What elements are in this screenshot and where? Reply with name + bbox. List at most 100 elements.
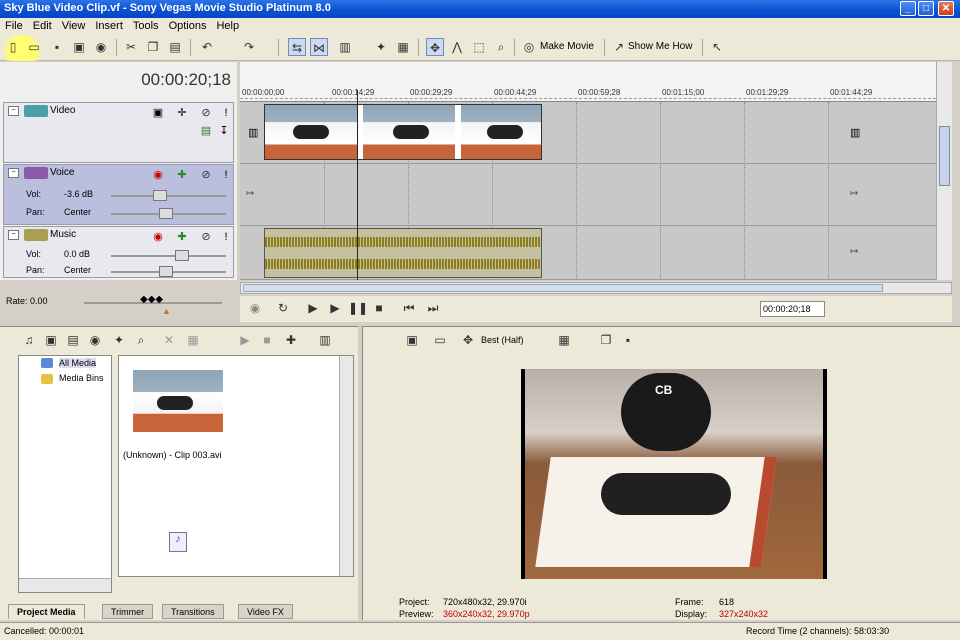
make-movie-icon[interactable]: ◎ [520, 38, 538, 56]
pan-slider-knob[interactable] [159, 266, 173, 277]
extract-audio-icon[interactable]: ◉ [86, 331, 104, 349]
pan-slider-knob[interactable] [159, 208, 173, 219]
volume-slider-knob[interactable] [175, 250, 189, 261]
auto-preview-icon[interactable]: ✚ [282, 331, 300, 349]
track-fx-icon[interactable]: ✚ [176, 231, 188, 243]
compositing-mode-icon[interactable]: ↧ [218, 125, 230, 137]
volume-slider[interactable] [111, 250, 226, 261]
go-to-start-icon[interactable]: ⏮ [400, 299, 418, 317]
get-photos-icon[interactable]: ▤ [64, 331, 82, 349]
solo-icon[interactable]: ! [220, 169, 232, 181]
playhead-cursor[interactable] [357, 90, 358, 280]
solo-icon[interactable]: ! [220, 107, 232, 119]
pan-slider[interactable] [111, 208, 226, 219]
overlays-icon[interactable]: ▦ [555, 331, 573, 349]
help-pointer-icon[interactable]: ↖ [708, 38, 726, 56]
music-clip-event[interactable] [264, 228, 542, 278]
search-media-icon[interactable]: ⌕ [132, 331, 150, 349]
import-media-icon[interactable]: ♫ [20, 331, 38, 349]
clip-filename[interactable]: (Unknown) - Clip 003.avi [123, 450, 222, 460]
timeline-vertical-scrollbar[interactable] [936, 62, 952, 280]
menu-help[interactable]: Help [211, 18, 244, 32]
tree-media-bins[interactable]: Media Bins [59, 373, 104, 383]
tree-horizontal-scrollbar[interactable] [19, 578, 111, 592]
render-icon[interactable]: ▣ [70, 38, 88, 56]
music-track-header[interactable]: − Music ◉ ✚ ⊘ ! Vol: 0.0 dB Pan: Center [3, 226, 234, 278]
tab-transitions[interactable]: Transitions [162, 604, 224, 619]
tab-project-media[interactable]: Project Media [8, 604, 85, 619]
volume-slider[interactable] [111, 190, 226, 201]
save-snapshot-icon[interactable]: ▪ [619, 331, 637, 349]
time-ruler[interactable]: 00:00:00;00 00:00:14;29 00:00:29;29 00:0… [240, 62, 936, 102]
pan-slider[interactable] [111, 266, 226, 277]
menu-edit[interactable]: Edit [28, 18, 57, 32]
redo-icon[interactable]: ↷ [240, 38, 258, 56]
media-properties-icon[interactable]: ▦ [184, 331, 202, 349]
play-icon[interactable]: ▶ [326, 299, 344, 317]
compositing-icon[interactable]: ▤ [200, 125, 212, 137]
collapse-icon[interactable]: − [8, 230, 19, 240]
voice-track-name[interactable]: Voice [50, 167, 74, 178]
preview-quality-select[interactable]: Best (Half) [481, 335, 524, 345]
crossfade-icon[interactable]: ✦ [372, 38, 390, 56]
arm-record-icon[interactable]: ◉ [152, 169, 164, 181]
mute-icon[interactable]: ⊘ [200, 107, 212, 119]
group-icon[interactable]: ▦ [394, 38, 412, 56]
capture-video-icon[interactable]: ▣ [42, 331, 60, 349]
timeline[interactable]: 00:00:00;00 00:00:14;29 00:00:29;29 00:0… [240, 62, 936, 280]
open-folder-icon[interactable]: ▭ [25, 38, 43, 56]
burn-disc-icon[interactable]: ◉ [92, 38, 110, 56]
close-button[interactable]: ✕ [938, 1, 954, 16]
arm-record-icon[interactable]: ◉ [152, 231, 164, 243]
tab-trimmer[interactable]: Trimmer [102, 604, 154, 619]
mute-icon[interactable]: ⊘ [200, 231, 212, 243]
menu-view[interactable]: View [57, 18, 91, 32]
new-file-icon[interactable]: ▯ [4, 38, 22, 56]
voice-track-header[interactable]: − Voice ◉ ✚ ⊘ ! Vol: -3.6 dB Pan: Center [3, 164, 234, 225]
menu-options[interactable]: Options [164, 18, 212, 32]
video-clip-event[interactable] [264, 104, 542, 160]
zoom-tool-icon[interactable]: ⌕ [492, 38, 510, 56]
collapse-icon[interactable]: − [8, 106, 19, 116]
timeline-horizontal-scrollbar[interactable] [240, 282, 952, 294]
preview-settings-icon[interactable]: ▣ [403, 331, 421, 349]
video-track-header[interactable]: − Video ▣ ✛ ⊘ ! ▤ ↧ [3, 102, 234, 163]
menu-insert[interactable]: Insert [90, 18, 128, 32]
music-track-name[interactable]: Music [50, 229, 76, 240]
show-me-how-button[interactable]: Show Me How [628, 41, 692, 52]
save-icon[interactable]: ▪ [48, 38, 66, 56]
paste-icon[interactable]: ▤ [166, 38, 184, 56]
copy-snapshot-icon[interactable]: ❐ [597, 331, 615, 349]
stop-icon[interactable]: ■ [370, 299, 388, 317]
collapse-icon[interactable]: − [8, 168, 19, 178]
auto-ripple-icon[interactable]: ⋈ [310, 38, 328, 56]
track-fx-icon[interactable]: ✚ [176, 169, 188, 181]
scroll-thumb[interactable] [243, 284, 883, 292]
media-fx-icon[interactable]: ✦ [110, 331, 128, 349]
tab-video-fx[interactable]: Video FX [238, 604, 293, 619]
quality-icon[interactable]: ✥ [459, 331, 477, 349]
undo-icon[interactable]: ↶ [198, 38, 216, 56]
record-icon[interactable]: ◉ [246, 299, 264, 317]
audio-file-icon[interactable]: ♪ [169, 532, 187, 552]
loop-playback-icon[interactable]: ↻ [274, 299, 292, 317]
track-fx-icon[interactable]: ✛ [176, 107, 188, 119]
lock-envelopes-icon[interactable]: ▥ [336, 38, 354, 56]
remove-media-icon[interactable]: ✕ [160, 331, 178, 349]
copy-icon[interactable]: ❐ [144, 38, 162, 56]
media-stop-icon[interactable]: ■ [258, 331, 276, 349]
minimize-button[interactable]: _ [900, 1, 916, 16]
selection-tool-icon[interactable]: ⬚ [470, 38, 488, 56]
play-from-start-icon[interactable]: ▶ [304, 299, 322, 317]
volume-slider-knob[interactable] [153, 190, 167, 201]
voice-lane[interactable] [240, 164, 936, 226]
pause-icon[interactable]: ❚❚ [348, 299, 368, 317]
menu-tools[interactable]: Tools [128, 18, 164, 32]
go-to-end-icon[interactable]: ⏭ [424, 299, 442, 317]
external-monitor-icon[interactable]: ▭ [431, 331, 449, 349]
show-me-how-icon[interactable]: ↗ [610, 38, 628, 56]
maximize-button[interactable]: □ [918, 1, 934, 16]
envelope-tool-icon[interactable]: ⋀ [448, 38, 466, 56]
rate-slider-knob-icon[interactable]: ◆◆◆ [140, 294, 163, 305]
snap-icon[interactable]: ⇆ [288, 38, 306, 56]
